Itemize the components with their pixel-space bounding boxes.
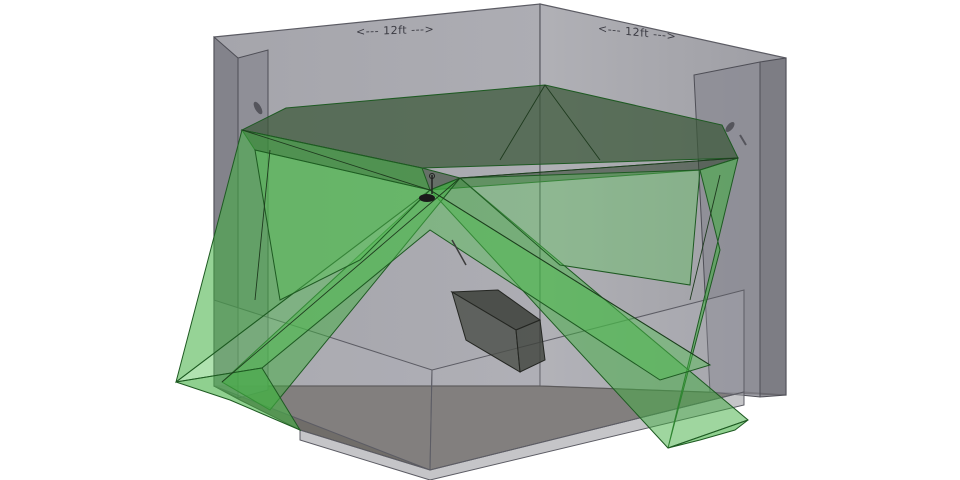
room-coverage-diagram: <--- 12ft ---> <--- 12ft --->	[0, 0, 960, 480]
right-pillar-side	[759, 57, 787, 398]
room-3d-view	[175, 3, 787, 480]
left-wall-dimension-label: <--- 12ft --->	[356, 22, 435, 39]
ceiling-sensor	[419, 194, 435, 202]
